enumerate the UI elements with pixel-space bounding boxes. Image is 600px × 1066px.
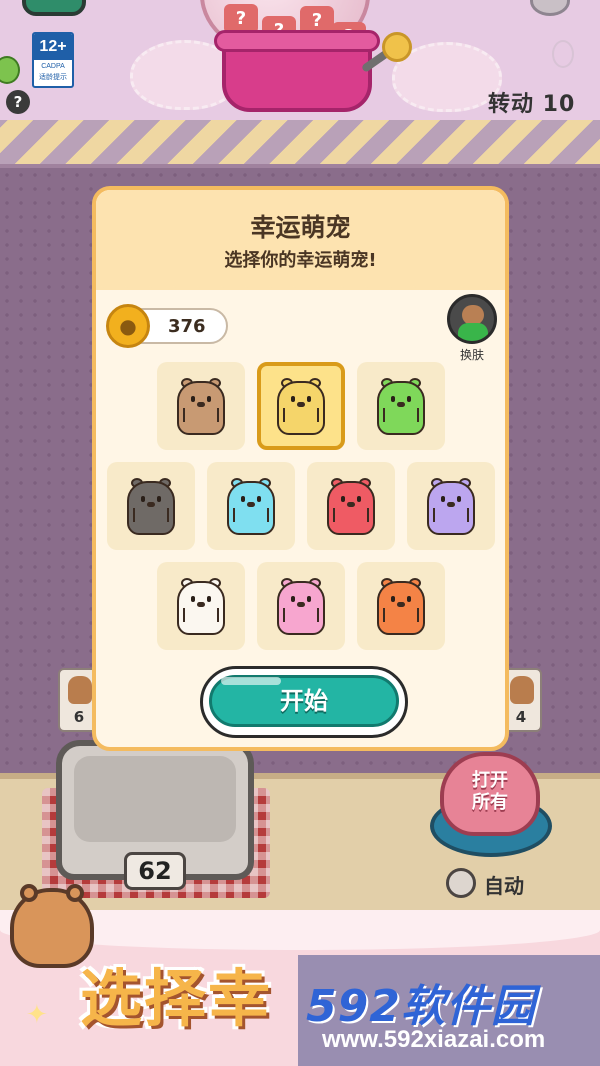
capybara-icon (510, 676, 534, 704)
mascot-capybara-icon (10, 884, 94, 968)
age-rating-org: CADPA (41, 63, 65, 70)
pet-option[interactable] (156, 362, 245, 450)
coin-balance: ● 376 (106, 304, 228, 348)
pet-option[interactable] (256, 562, 345, 650)
change-skin-button[interactable]: 换肤 (444, 294, 500, 364)
gacha-knob[interactable] (382, 32, 412, 62)
pet-option[interactable] (256, 362, 345, 450)
pet-option[interactable] (206, 462, 295, 550)
age-rating-badge[interactable]: 12+ CADPA 适龄提示 (32, 32, 74, 88)
pet-option[interactable] (406, 462, 495, 550)
capybara-icon (126, 476, 175, 536)
mascot-ear (20, 884, 38, 902)
avatar-body (458, 323, 488, 341)
sparkle-star-icon: ✦ (26, 1000, 48, 1030)
start-button[interactable]: 开始 (200, 666, 408, 738)
pet-option[interactable] (306, 462, 395, 550)
capybara-icon (376, 576, 425, 636)
age-rating-number: 12+ (34, 34, 72, 60)
top-left-button[interactable] (22, 0, 86, 16)
box-interior (74, 756, 236, 842)
skin-label: 换肤 (459, 348, 484, 362)
help-button[interactable]: ? (6, 90, 30, 114)
watermark-url: www.592xiazai.com (322, 1026, 546, 1053)
pet-option[interactable] (356, 562, 445, 650)
capybara-icon (426, 476, 475, 536)
mascot-ear (66, 884, 84, 902)
capybara-icon (276, 576, 325, 636)
pet-grid (96, 362, 505, 662)
capybara-icon (68, 676, 92, 704)
spin-counter: 转动 10 (488, 92, 576, 117)
capybara-icon (226, 476, 275, 536)
capybara-icon (326, 476, 375, 536)
age-rating-tip: 适龄提示 (39, 73, 67, 81)
pet-option[interactable] (156, 562, 245, 650)
box-count: 62 (124, 852, 186, 890)
gacha-machine-ring (214, 30, 380, 52)
capybara-icon (176, 376, 225, 436)
stripe-band (0, 120, 600, 168)
banner-title: 选择幸 (80, 962, 273, 1035)
capybara-icon (376, 376, 425, 436)
capybara-icon (276, 376, 325, 436)
auto-toggle[interactable] (446, 868, 476, 898)
dialog-subtitle: 选择你的幸运萌宠! (224, 250, 377, 271)
dialog-title: 幸运萌宠 (250, 213, 351, 242)
pet-option[interactable] (106, 462, 195, 550)
start-button-shine (221, 677, 281, 685)
auto-label: 自动 (484, 874, 524, 898)
avatar-head (462, 305, 484, 325)
coin-icon: ● (106, 304, 150, 348)
coin-value: 376 (168, 316, 206, 337)
lucky-pet-dialog: 幸运萌宠 选择你的幸运萌宠! ● 376 换肤 开始 (92, 186, 509, 751)
open-all-button[interactable]: 打开 所有 (440, 752, 540, 836)
capybara-icon (176, 576, 225, 636)
watermark-brand: 592软件园 (306, 981, 536, 1032)
pet-option[interactable] (356, 362, 445, 450)
balloon-icon (552, 40, 574, 68)
skin-avatar-icon (447, 294, 497, 344)
